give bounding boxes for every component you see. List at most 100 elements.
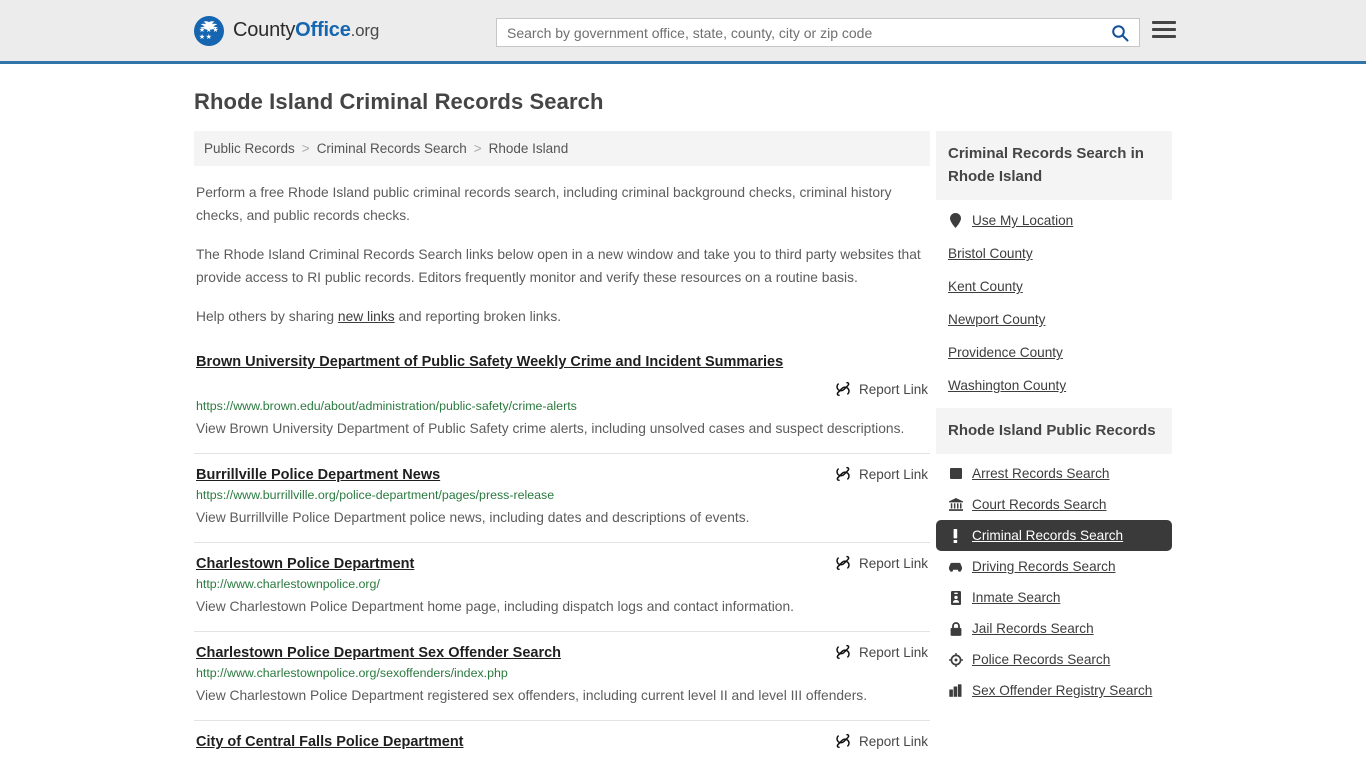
intro-p3-before: Help others by sharing — [196, 309, 338, 324]
result-url[interactable]: https://www.burrillville.org/police-depa… — [196, 488, 554, 502]
police-badge-icon — [948, 652, 963, 667]
new-links-link[interactable]: new links — [338, 309, 395, 324]
report-link-button[interactable]: Report Link — [835, 732, 928, 749]
brand-part-office: Office — [295, 19, 351, 41]
search-button[interactable] — [1101, 19, 1139, 46]
sidebar-item-kent-county[interactable]: Kent County — [936, 270, 1172, 303]
broken-link-icon — [836, 381, 850, 397]
sidebar-item-label: Police Records Search — [972, 652, 1111, 667]
breadcrumb: Public Records > Criminal Records Search… — [194, 131, 930, 166]
sidebar-item-label: Criminal Records Search — [972, 528, 1124, 543]
menu-button[interactable] — [1152, 21, 1176, 38]
sidebar-counties-list: Use My Location Bristol County Kent Coun… — [936, 200, 1172, 402]
report-link-label: Report Link — [858, 466, 928, 482]
sidebar-item-bristol-county[interactable]: Bristol County — [936, 237, 1172, 270]
sidebar-item-jail-records-search[interactable]: Jail Records Search — [936, 613, 1172, 644]
sidebar-item-label: Driving Records Search — [972, 559, 1116, 574]
broken-link-icon — [836, 466, 850, 482]
countyoffice-logo-icon: ★★★ ★★ — [194, 15, 224, 46]
menu-icon-bar-2 — [1152, 28, 1176, 31]
sidebar-records-box: Rhode Island Public Records Arrest Recor… — [936, 408, 1172, 706]
result-header: Brown University Department of Public Sa… — [196, 352, 928, 397]
intro-paragraph-2: The Rhode Island Criminal Records Search… — [196, 247, 921, 285]
result-item: City of Central Falls Police Department … — [194, 720, 930, 767]
result-title-link[interactable]: Brown University Department of Public Sa… — [196, 354, 783, 370]
sidebar-counties-box: Criminal Records Search in Rhode Island … — [936, 131, 1172, 402]
buildings-icon — [948, 683, 963, 698]
exclamation-icon — [948, 528, 963, 543]
result-title-link[interactable]: Charlestown Police Department Sex Offend… — [196, 643, 821, 664]
result-description: View Brown University Department of Publ… — [196, 421, 905, 436]
report-link-button[interactable]: Report Link — [196, 380, 928, 397]
result-header: Charlestown Police Department Report Lin… — [196, 554, 928, 575]
report-link-button[interactable]: Report Link — [835, 643, 928, 660]
sidebar-item-newport-county[interactable]: Newport County — [936, 303, 1172, 336]
sidebar-item-sex-offender-registry-search[interactable]: Sex Offender Registry Search — [936, 675, 1172, 706]
report-link-button[interactable]: Report Link — [835, 465, 928, 482]
result-title-link[interactable]: Burrillville Police Department News — [196, 465, 821, 486]
intro-text: Perform a free Rhode Island public crimi… — [194, 181, 930, 328]
result-description: View Burrillville Police Department poli… — [196, 510, 750, 525]
menu-icon-bar-1 — [1152, 21, 1176, 24]
sidebar-item-label: Use My Location — [972, 213, 1074, 228]
result-item: Charlestown Police Department Sex Offend… — [194, 631, 930, 720]
sidebar-item-providence-county[interactable]: Providence County — [936, 336, 1172, 369]
search-icon — [1112, 24, 1129, 41]
breadcrumb-separator-1: > — [301, 141, 310, 156]
lock-icon — [948, 621, 963, 636]
search-input[interactable] — [497, 19, 1101, 46]
stars-icon: ★★★ ★★ — [198, 26, 220, 41]
result-header: Burrillville Police Department News Repo… — [196, 465, 928, 486]
courthouse-icon — [948, 497, 963, 512]
breadcrumb-item-rhode-island[interactable]: Rhode Island — [489, 141, 569, 156]
sidebar-item-arrest-records-search[interactable]: Arrest Records Search — [936, 458, 1172, 489]
breadcrumb-item-public-records[interactable]: Public Records — [204, 141, 295, 156]
sidebar-item-police-records-search[interactable]: Police Records Search — [936, 644, 1172, 675]
breadcrumb-item-criminal-records-search[interactable]: Criminal Records Search — [317, 141, 467, 156]
intro-paragraph-1: Perform a free Rhode Island public crimi… — [196, 185, 892, 223]
sidebar-item-label: Jail Records Search — [972, 621, 1094, 636]
broken-link-icon — [836, 733, 850, 749]
sidebar-item-driving-records-search[interactable]: Driving Records Search — [936, 551, 1172, 582]
page-title: Rhode Island Criminal Records Search — [194, 89, 604, 114]
result-header: Charlestown Police Department Sex Offend… — [196, 643, 928, 664]
result-url[interactable]: http://www.charlestownpolice.org/ — [196, 577, 380, 591]
result-item: Charlestown Police Department Report Lin… — [194, 542, 930, 631]
sidebar-item-washington-county[interactable]: Washington County — [936, 369, 1172, 402]
report-link-button[interactable]: Report Link — [835, 554, 928, 571]
broken-link-icon — [836, 644, 850, 660]
sidebar-counties-heading: Criminal Records Search in Rhode Island — [936, 131, 1172, 200]
result-title-link[interactable]: City of Central Falls Police Department — [196, 732, 821, 753]
sidebar-item-label: Kent County — [948, 279, 1023, 294]
sidebar-item-label: Newport County — [948, 312, 1046, 327]
site-header: ★★★ ★★ CountyOffice.org — [0, 0, 1366, 64]
result-description: View Charlestown Police Department regis… — [196, 688, 868, 703]
site-logo[interactable]: ★★★ ★★ CountyOffice.org — [194, 15, 379, 46]
result-url[interactable]: https://www.brown.edu/about/administrati… — [196, 399, 577, 413]
search-bar[interactable] — [496, 18, 1140, 47]
sidebar-item-court-records-search[interactable]: Court Records Search — [936, 489, 1172, 520]
result-url[interactable]: http://www.charlestownpolice.org/sexoffe… — [196, 666, 508, 680]
sidebar-item-use-my-location[interactable]: Use My Location — [936, 204, 1172, 237]
sidebar-item-criminal-records-search[interactable]: Criminal Records Search — [936, 520, 1172, 551]
intro-paragraph-3: Help others by sharing new links and rep… — [194, 305, 930, 328]
sidebar-item-inmate-search[interactable]: Inmate Search — [936, 582, 1172, 613]
brand-wordmark: CountyOffice.org — [233, 19, 379, 42]
brand-part-org: .org — [350, 21, 380, 40]
brand-part-county: County — [233, 19, 296, 41]
sidebar-item-label: Arrest Records Search — [972, 466, 1110, 481]
result-item: Brown University Department of Public Sa… — [194, 352, 930, 453]
sidebar-item-label: Sex Offender Registry Search — [972, 683, 1153, 698]
square-icon — [948, 466, 963, 481]
sidebar-item-label: Court Records Search — [972, 497, 1107, 512]
intro-p3-after: and reporting broken links. — [394, 309, 562, 324]
id-badge-icon — [948, 590, 963, 605]
report-link-label: Report Link — [858, 555, 928, 571]
results-list: Brown University Department of Public Sa… — [194, 352, 930, 767]
report-link-label: Report Link — [858, 644, 928, 660]
report-link-label: Report Link — [858, 733, 928, 749]
result-header: City of Central Falls Police Department … — [196, 732, 928, 753]
result-title-link[interactable]: Charlestown Police Department — [196, 554, 821, 575]
result-description: View Charlestown Police Department home … — [196, 599, 794, 614]
sidebar-records-list: Arrest Records Search Court Records Sear… — [936, 454, 1172, 706]
